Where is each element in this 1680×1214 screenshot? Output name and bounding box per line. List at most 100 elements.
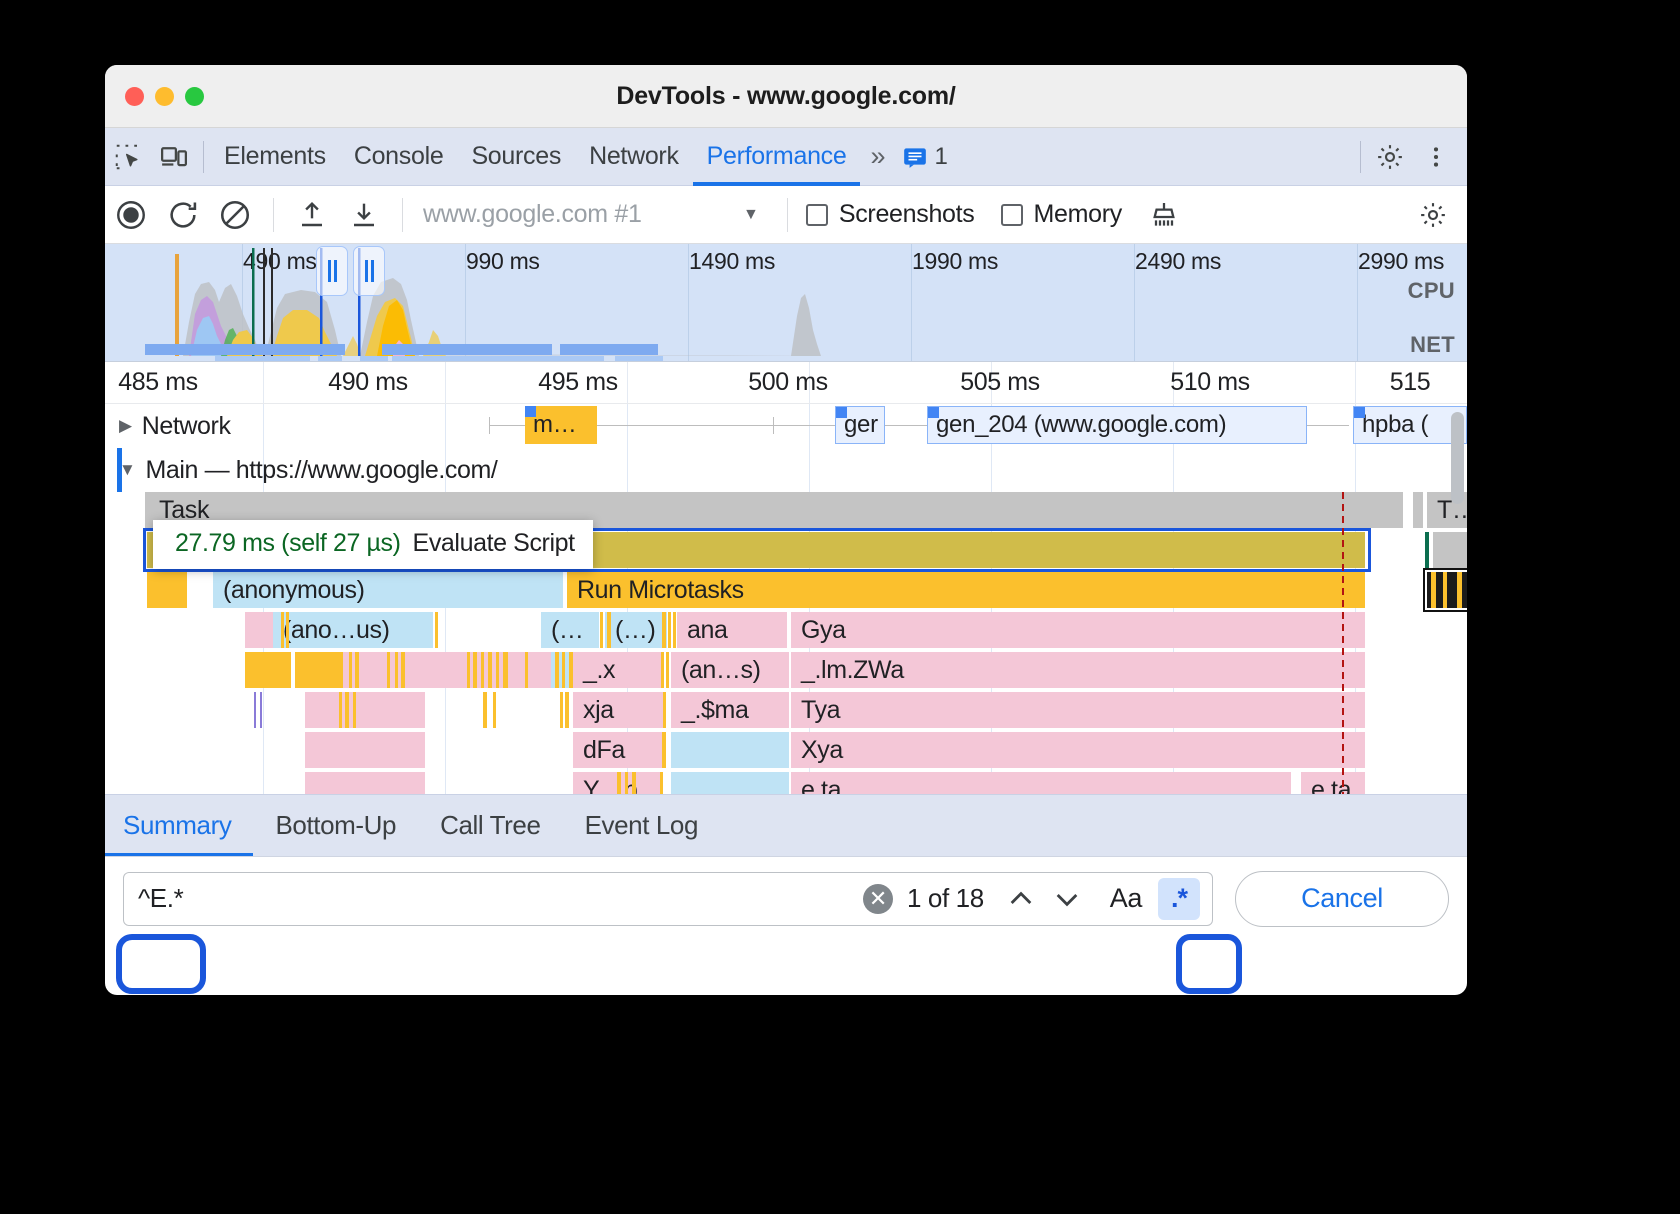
tab-console[interactable]: Console bbox=[340, 128, 458, 186]
screenshots-label: Screenshots bbox=[839, 200, 975, 229]
network-event-2[interactable]: gen_204 (www.google.com) bbox=[927, 406, 1307, 444]
devtools-tab-bar: Elements Console Sources Network Perform… bbox=[105, 128, 1467, 186]
track-network-header[interactable]: ▶ Network bbox=[105, 412, 231, 441]
more-tabs-icon[interactable]: » bbox=[860, 141, 891, 172]
tab-performance[interactable]: Performance bbox=[693, 128, 861, 186]
clear-recording-button[interactable] bbox=[209, 190, 261, 240]
flame-cell-ano-us[interactable]: (ano…us) bbox=[273, 612, 433, 648]
expand-triangle-icon[interactable]: ▶ bbox=[119, 416, 132, 436]
tooltip-event-name: Evaluate Script bbox=[413, 529, 575, 558]
search-previous-icon[interactable] bbox=[998, 876, 1044, 922]
flame-cell-e-ta-2[interactable]: e.ta bbox=[1301, 772, 1365, 794]
flame-cell-ana[interactable]: ana bbox=[677, 612, 787, 648]
tab-summary[interactable]: Summary bbox=[105, 795, 253, 857]
track-network[interactable]: ▶ Network m… ger gen_204 (www.google.com… bbox=[105, 404, 1467, 448]
chevron-down-icon: ▼ bbox=[743, 206, 759, 224]
perf-divider-3 bbox=[787, 198, 788, 232]
load-profile-icon[interactable] bbox=[286, 190, 338, 240]
flame-cell-an-s[interactable]: (an…s) bbox=[671, 652, 789, 688]
flame-cell-ano-short[interactable]: (… bbox=[541, 612, 599, 648]
flame-cell-tya-label: Tya bbox=[801, 696, 840, 725]
collapse-triangle-icon[interactable]: ▼ bbox=[119, 460, 135, 480]
flame-cell-underscore-x[interactable]: _.x bbox=[573, 652, 663, 688]
flame-cell-row3-a[interactable] bbox=[245, 612, 273, 648]
flame-cell-run-microtasks[interactable]: Run Microtasks bbox=[567, 572, 1365, 608]
highlight-ring-search-input bbox=[116, 934, 206, 994]
flame-cell-row4-b[interactable] bbox=[305, 652, 545, 688]
reload-and-profile-button[interactable] bbox=[157, 190, 209, 240]
tab-call-tree[interactable]: Call Tree bbox=[418, 795, 562, 857]
flame-cell-dfa-label: dFa bbox=[583, 736, 625, 765]
network-event-3[interactable]: hpba ( bbox=[1353, 406, 1467, 444]
flame-cell-lm-zwa[interactable]: _.lm.ZWa bbox=[791, 652, 1365, 688]
window-title: DevTools - www.google.com/ bbox=[105, 82, 1467, 111]
flame-cell-row4-a[interactable] bbox=[245, 652, 291, 688]
screenshots-checkbox-group[interactable]: Screenshots bbox=[806, 200, 975, 229]
tab-event-log[interactable]: Event Log bbox=[563, 795, 721, 857]
search-field-wrapper[interactable]: ✕ 1 of 18 Aa .* bbox=[123, 872, 1213, 926]
save-profile-icon[interactable] bbox=[338, 190, 390, 240]
recording-selected-value: www.google.com #1 bbox=[423, 200, 733, 229]
tab-network[interactable]: Network bbox=[575, 128, 693, 186]
timeline-tracks[interactable]: ▶ Network m… ger gen_204 (www.google.com… bbox=[105, 404, 1467, 794]
flame-cell-e-ta-1[interactable]: e.ta bbox=[791, 772, 1291, 794]
network-event-0[interactable]: m… bbox=[525, 406, 597, 444]
record-button[interactable] bbox=[105, 190, 157, 240]
flame-chart[interactable]: Task T… Evaluate Script (anonymous) Run … bbox=[105, 492, 1467, 794]
timeline-overview[interactable]: 490 ms 990 ms 1490 ms 1990 ms 2490 ms 29… bbox=[105, 244, 1467, 362]
track-main-header[interactable]: ▼ Main — https://www.google.com/ bbox=[105, 456, 497, 485]
flame-cell-row7-blue[interactable] bbox=[671, 772, 789, 794]
timeline-scrollbar[interactable] bbox=[1451, 412, 1464, 504]
more-options-icon[interactable] bbox=[1413, 134, 1459, 180]
memory-label: Memory bbox=[1034, 200, 1122, 229]
highlight-ring-regex-button bbox=[1176, 934, 1242, 994]
flame-cell-xja[interactable]: xja bbox=[573, 692, 663, 728]
device-toolbar-icon[interactable] bbox=[151, 134, 197, 180]
memory-checkbox-group[interactable]: Memory bbox=[1001, 200, 1122, 229]
flame-cell-ma[interactable]: _.$ma bbox=[671, 692, 789, 728]
flame-cell-row6-blue[interactable] bbox=[671, 732, 789, 768]
search-next-icon[interactable] bbox=[1044, 876, 1090, 922]
collect-garbage-icon[interactable] bbox=[1138, 190, 1190, 240]
details-tab-bar: Summary Bottom-Up Call Tree Event Log bbox=[105, 794, 1467, 856]
event-tooltip: 27.79 ms (self 27 µs) Evaluate Script bbox=[153, 520, 593, 569]
network-event-3-label: hpba ( bbox=[1362, 411, 1428, 439]
regex-toggle-button[interactable]: .* bbox=[1158, 878, 1200, 920]
capture-settings-gear-icon[interactable] bbox=[1407, 190, 1459, 240]
flame-cell-tya[interactable]: Tya bbox=[791, 692, 1365, 728]
inspect-element-icon[interactable] bbox=[105, 134, 151, 180]
issues-count: 1 bbox=[935, 143, 948, 171]
network-event-marker bbox=[928, 407, 939, 418]
track-main[interactable]: ▼ Main — https://www.google.com/ bbox=[105, 448, 1467, 492]
flame-cell-row4-c[interactable] bbox=[545, 652, 569, 688]
overview-selection-handle-right[interactable] bbox=[353, 246, 385, 296]
ruler-tick-3: 500 ms bbox=[748, 368, 828, 397]
flame-cell-row5-a[interactable] bbox=[305, 692, 425, 728]
screenshots-checkbox[interactable] bbox=[806, 204, 828, 226]
tab-sources[interactable]: Sources bbox=[457, 128, 575, 186]
flame-cell-anonymous[interactable]: (anonymous) bbox=[213, 572, 563, 608]
settings-gear-icon[interactable] bbox=[1367, 134, 1413, 180]
overview-selection-handle-left[interactable] bbox=[316, 246, 348, 296]
cancel-button[interactable]: Cancel bbox=[1235, 871, 1449, 927]
recording-selector[interactable]: www.google.com #1 ▼ bbox=[423, 200, 775, 229]
flame-cell-dots[interactable]: (…) bbox=[605, 612, 667, 648]
network-event-1[interactable]: ger bbox=[835, 406, 885, 444]
clear-search-icon[interactable]: ✕ bbox=[863, 884, 893, 914]
flame-cell-row7-a[interactable] bbox=[305, 772, 425, 794]
flame-cell-anonymous-label: (anonymous) bbox=[223, 576, 365, 605]
flame-cell-row6-a[interactable] bbox=[305, 732, 425, 768]
flame-cell-row2-left[interactable] bbox=[147, 572, 187, 608]
flame-cell-gya[interactable]: Gya bbox=[791, 612, 1365, 648]
tab-elements[interactable]: Elements bbox=[210, 128, 340, 186]
ruler-tick-6: 515 bbox=[1390, 368, 1431, 397]
match-case-button[interactable]: Aa bbox=[1090, 883, 1158, 914]
flame-cell-y-b[interactable]: Y…b bbox=[573, 772, 663, 794]
flame-cell-dfa[interactable]: dFa bbox=[573, 732, 663, 768]
issues-message-icon bbox=[902, 144, 928, 170]
flame-cell-xya[interactable]: Xya bbox=[791, 732, 1365, 768]
issues-indicator[interactable]: 1 bbox=[892, 143, 958, 171]
memory-checkbox[interactable] bbox=[1001, 204, 1023, 226]
search-input[interactable] bbox=[136, 882, 863, 915]
tab-bottom-up[interactable]: Bottom-Up bbox=[253, 795, 418, 857]
